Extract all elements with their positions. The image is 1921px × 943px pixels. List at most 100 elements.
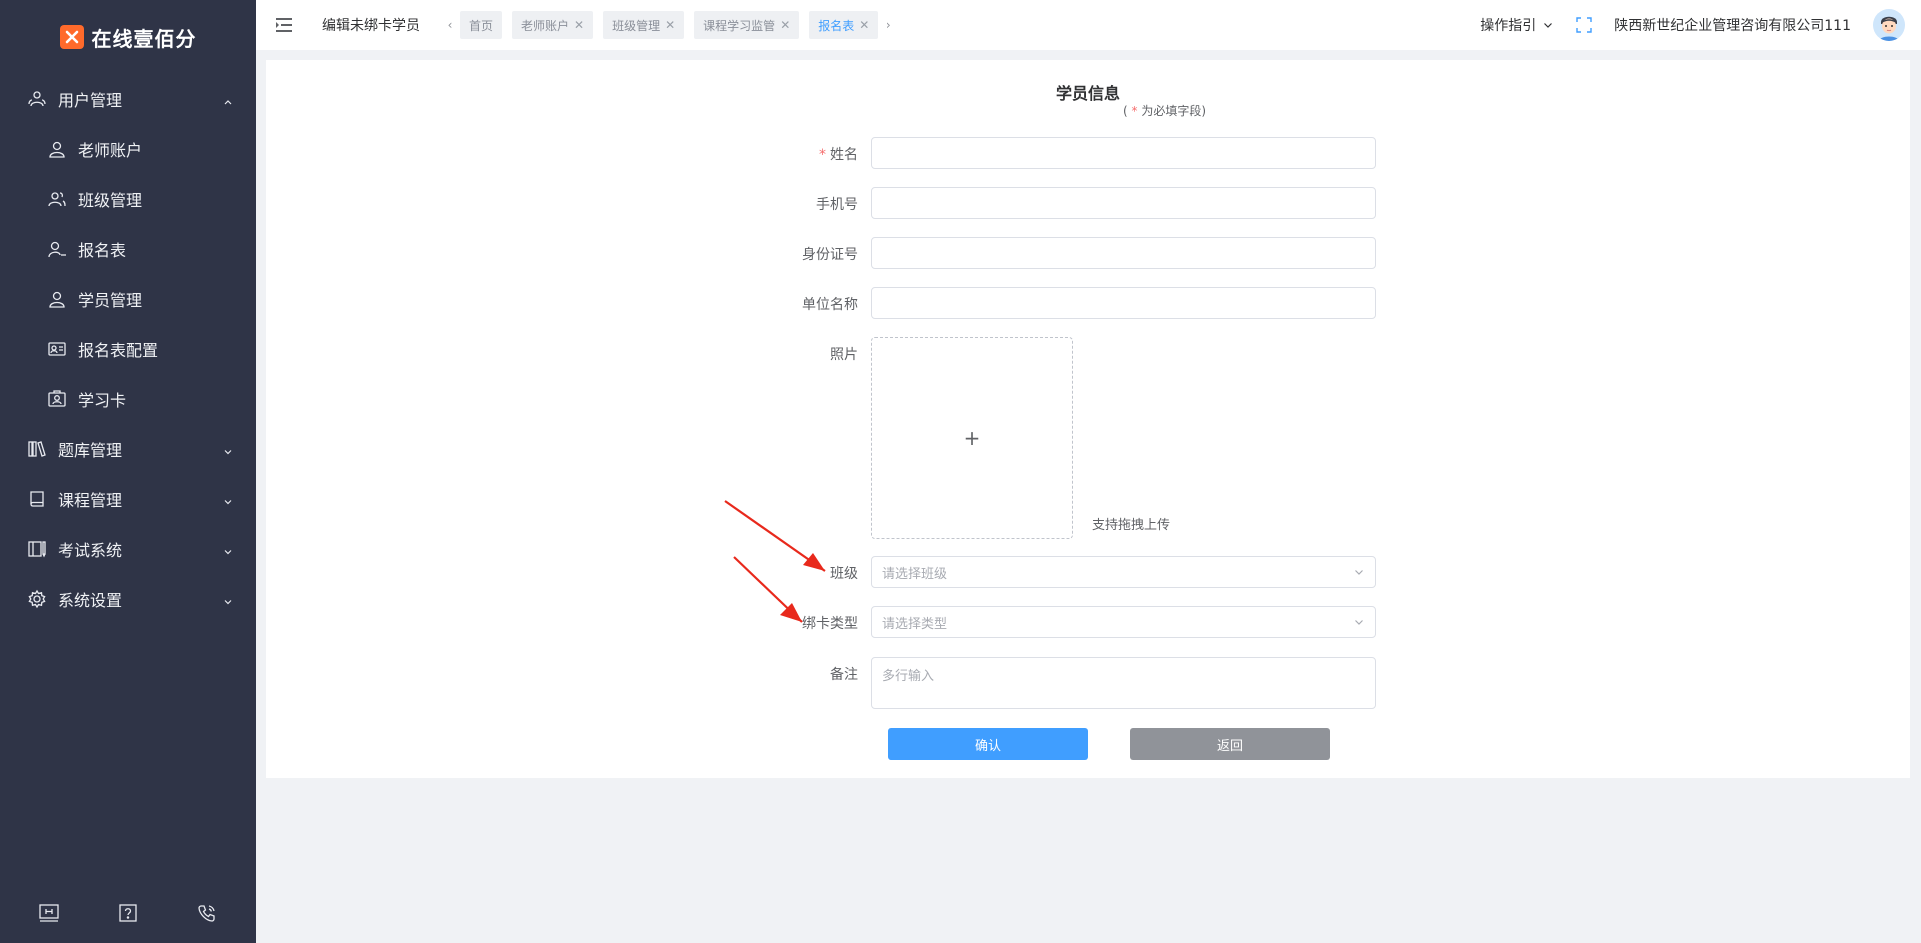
main-content: 学员信息 ( * 为必填字段) * 姓名 手机号 身份证号 单位名称 照片 + 支…: [266, 60, 1910, 778]
sidebar-item-student-management[interactable]: 学员管理: [0, 274, 256, 324]
tab-label: 报名表: [818, 18, 855, 33]
sidebar-item-label: 班级管理: [78, 191, 143, 210]
page-title: 编辑未绑卡学员: [322, 18, 420, 34]
tab-course-supervision[interactable]: 课程学习监管 ✕: [694, 11, 800, 39]
chevron-down-icon: [1355, 620, 1363, 625]
chevron-down-icon: [222, 593, 234, 605]
upload-hint: 支持拖拽上传: [1092, 518, 1171, 533]
menu-user-management-label: 用户管理: [58, 91, 123, 110]
confirm-button[interactable]: 确认: [888, 728, 1088, 760]
sidebar-item-label: 学员管理: [78, 291, 143, 310]
sidebar-item-class-management[interactable]: 班级管理: [0, 174, 256, 224]
id-number-input[interactable]: [871, 237, 1376, 269]
menu-question-bank[interactable]: 题库管理: [0, 424, 256, 474]
close-icon[interactable]: ✕: [859, 18, 869, 32]
tab-registration-form[interactable]: 报名表 ✕: [809, 11, 879, 39]
name-label: * 姓名: [819, 144, 858, 164]
company-name: 陕西新世纪企业管理咨询有限公司111: [1614, 18, 1851, 34]
class-label: 班级: [830, 566, 858, 582]
screen-icon[interactable]: [37, 901, 61, 925]
card-type-label: 绑卡类型: [802, 616, 858, 632]
sidebar-item-registration-config[interactable]: 报名表配置: [0, 324, 256, 374]
exam-icon: [26, 538, 48, 560]
sidebar-item-label: 老师账户: [78, 141, 143, 160]
chevron-down-icon: [222, 493, 234, 505]
card-icon: [46, 388, 68, 410]
company-input[interactable]: [871, 287, 1376, 319]
card-type-select[interactable]: 请选择类型: [871, 606, 1376, 638]
required-star: *: [819, 147, 826, 163]
close-icon[interactable]: ✕: [574, 18, 584, 32]
user-management-submenu: 老师账户 班级管理 报名表 学员管理 报名表配置 学习卡: [0, 124, 256, 424]
group-icon: [46, 188, 68, 210]
sidebar: 在线壹佰分 用户管理 老师账户 班级管理 报名表 学员管理 报名表配置 学习卡 …: [0, 0, 256, 943]
users-icon: [26, 88, 48, 110]
top-header: 编辑未绑卡学员 ‹ 首页 老师账户 ✕ 班级管理 ✕ 课程学习监管 ✕ 报名表 …: [256, 0, 1921, 50]
back-button[interactable]: 返回: [1130, 728, 1330, 760]
remark-label: 备注: [830, 667, 858, 683]
class-select-placeholder: 请选择班级: [882, 566, 948, 582]
sidebar-item-teacher-account[interactable]: 老师账户: [0, 124, 256, 174]
tab-bar: 首页 老师账户 ✕ 班级管理 ✕ 课程学习监管 ✕ 报名表 ✕: [460, 11, 879, 39]
plus-icon: +: [963, 426, 981, 450]
close-icon[interactable]: ✕: [665, 18, 675, 32]
chevron-down-icon: [1544, 23, 1553, 28]
tab-label: 班级管理: [612, 18, 661, 33]
brand-name: 在线壹佰分: [91, 26, 197, 51]
photo-upload[interactable]: +: [871, 337, 1073, 539]
chevron-down-icon: [222, 543, 234, 555]
chevron-down-icon: [222, 443, 234, 455]
guide-label: 操作指引: [1480, 18, 1537, 34]
required-hint: ( * 为必填字段): [1123, 102, 1206, 119]
id-card-icon: [46, 338, 68, 360]
tabs-scroll-right-icon[interactable]: ›: [878, 11, 898, 39]
user-icon: [46, 138, 68, 160]
required-hint-suffix: 为必填字段): [1137, 104, 1206, 118]
tabs-scroll-left-icon[interactable]: ‹: [440, 11, 460, 39]
tab-class-management[interactable]: 班级管理 ✕: [603, 11, 685, 39]
tab-label: 首页: [469, 18, 494, 33]
name-label-text: 姓名: [830, 147, 858, 163]
tab-teacher-account[interactable]: 老师账户 ✕: [512, 11, 594, 39]
brand-logo[interactable]: 在线壹佰分: [0, 0, 256, 74]
class-select[interactable]: 请选择班级: [871, 556, 1376, 588]
menu-user-management[interactable]: 用户管理: [0, 74, 256, 124]
menu-question-bank-label: 题库管理: [58, 441, 123, 460]
photo-label: 照片: [830, 347, 858, 363]
tab-label: 课程学习监管: [703, 18, 776, 33]
sidebar-item-label: 学习卡: [78, 391, 127, 410]
guide-dropdown[interactable]: 操作指引: [1480, 15, 1554, 35]
chevron-up-icon: [222, 93, 234, 105]
brand-mark-icon: [59, 25, 84, 49]
menu-exam-system-label: 考试系统: [58, 541, 123, 560]
tab-home[interactable]: 首页: [460, 11, 503, 39]
id-number-label: 身份证号: [802, 247, 858, 263]
tab-label: 老师账户: [521, 18, 570, 33]
name-input[interactable]: [871, 137, 1376, 169]
remark-textarea[interactable]: 多行输入: [871, 657, 1376, 709]
menu-system-settings[interactable]: 系统设置: [0, 574, 256, 624]
header-right: 操作指引 陕西新世纪企业管理咨询有限公司111: [1480, 0, 1905, 50]
company-label: 单位名称: [802, 297, 858, 313]
menu-course-management[interactable]: 课程管理: [0, 474, 256, 524]
form-title: 学员信息: [1055, 84, 1120, 103]
fullscreen-icon[interactable]: [1576, 17, 1592, 33]
avatar[interactable]: [1873, 9, 1905, 41]
sidebar-item-registration-form[interactable]: 报名表: [0, 224, 256, 274]
phone-input[interactable]: [871, 187, 1376, 219]
required-hint-prefix: (: [1123, 104, 1132, 118]
menu-course-management-label: 课程管理: [58, 491, 123, 510]
sidebar-item-study-card[interactable]: 学习卡: [0, 374, 256, 424]
phone-icon[interactable]: [195, 901, 219, 925]
books-icon: [26, 438, 48, 460]
user-minus-icon: [46, 238, 68, 260]
book-icon: [26, 488, 48, 510]
collapse-menu-icon[interactable]: [260, 0, 310, 50]
close-icon[interactable]: ✕: [780, 18, 790, 32]
chevron-down-icon: [1355, 570, 1363, 575]
menu-exam-system[interactable]: 考试系统: [0, 524, 256, 574]
phone-label: 手机号: [816, 197, 858, 213]
menu-system-settings-label: 系统设置: [58, 591, 123, 610]
help-icon[interactable]: [116, 901, 140, 925]
gear-icon: [26, 588, 48, 610]
